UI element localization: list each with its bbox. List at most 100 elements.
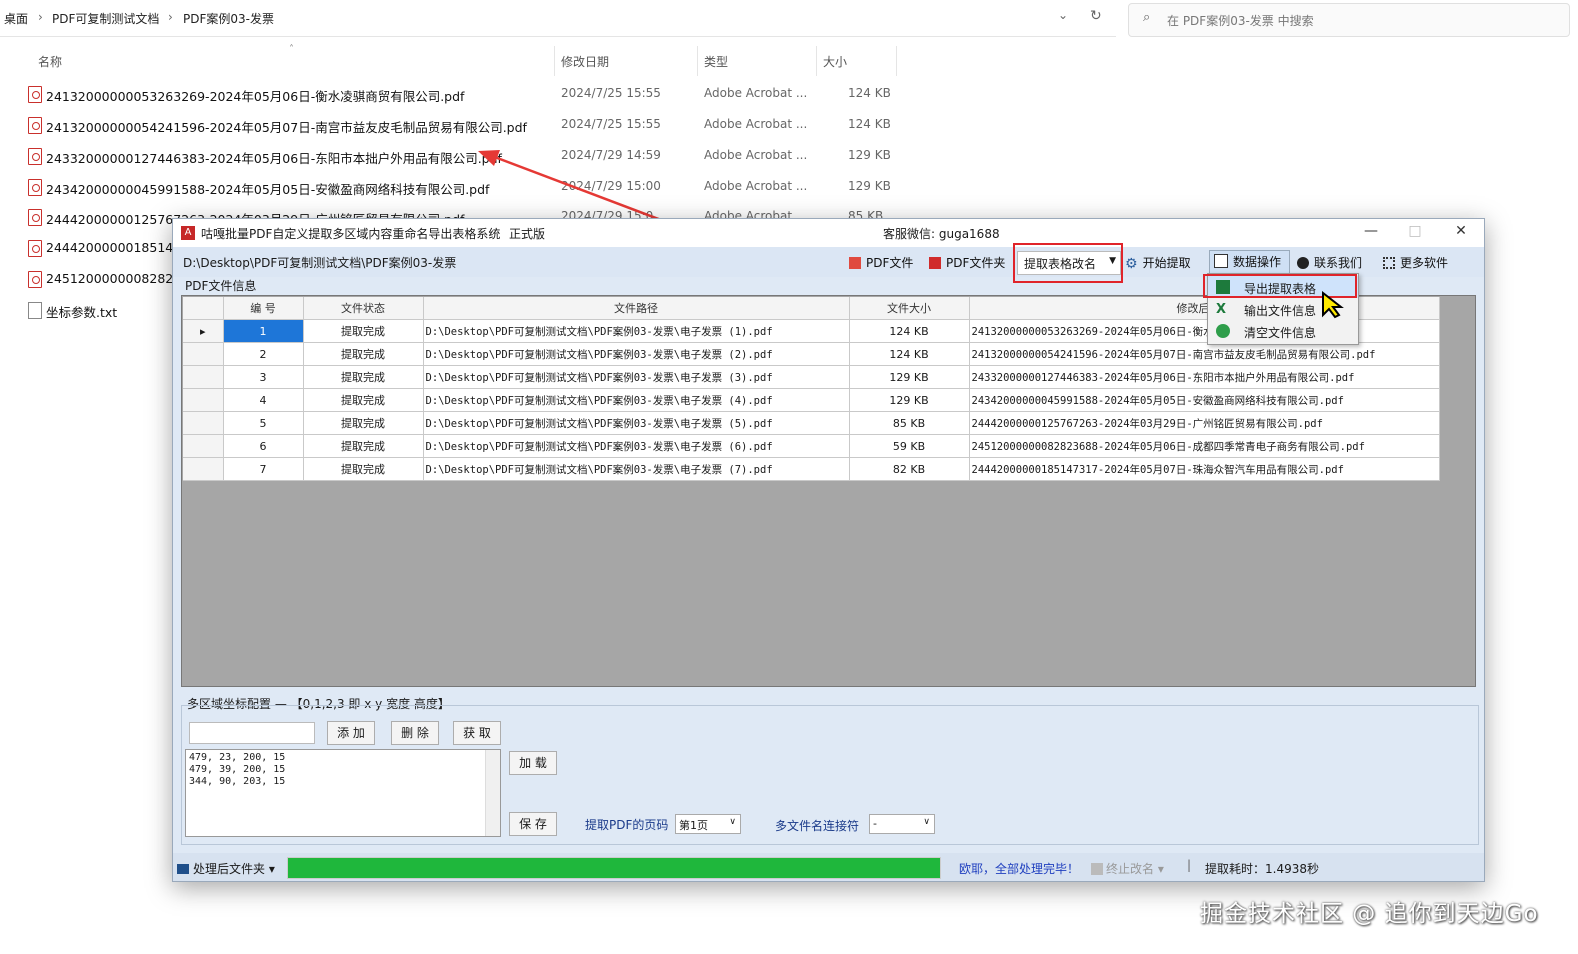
breadcrumb-desktop[interactable]: 桌面 bbox=[4, 10, 28, 27]
cell-no[interactable]: 7 bbox=[223, 457, 304, 481]
row-pointer-icon: ▸ bbox=[183, 319, 224, 343]
column-size[interactable]: 大小 bbox=[823, 53, 847, 70]
more-software-button[interactable]: 更多软件 bbox=[1383, 254, 1448, 271]
scrollbar[interactable] bbox=[485, 750, 500, 836]
add-button[interactable]: 添 加 bbox=[327, 721, 375, 745]
column-divider bbox=[697, 46, 698, 76]
cell-size[interactable]: 59 KB bbox=[849, 434, 970, 458]
header-size[interactable]: 文件大小 bbox=[849, 297, 970, 320]
cell-newname[interactable]: 24442000000125767263-2024年03月29日-广州铭匠贸易有… bbox=[969, 411, 1440, 435]
header-status[interactable]: 文件状态 bbox=[303, 297, 424, 320]
load-button[interactable]: 加 载 bbox=[509, 751, 557, 775]
title-bar[interactable]: A 咕嘎批量PDF自定义提取多区域内容重命名导出表格系统 正式版 客服微信: g… bbox=[173, 219, 1484, 247]
cell-no[interactable]: 3 bbox=[223, 365, 304, 389]
coord-input[interactable] bbox=[189, 722, 315, 744]
header-path[interactable]: 文件路径 bbox=[423, 297, 850, 320]
close-button[interactable]: ✕ bbox=[1447, 223, 1475, 243]
stop-rename-button[interactable]: 终止改名 ▾ bbox=[1091, 860, 1164, 877]
cell-no[interactable]: 2 bbox=[223, 342, 304, 366]
contact-button[interactable]: 联系我们 bbox=[1297, 254, 1362, 271]
breadcrumb-folder[interactable]: PDF可复制测试文档 bbox=[52, 10, 159, 27]
minimize-button[interactable]: — bbox=[1357, 223, 1385, 243]
file-type: Adobe Acrobat ... bbox=[704, 86, 808, 100]
coords-textarea[interactable]: 479, 23, 200, 15 479, 39, 200, 15 344, 9… bbox=[185, 749, 501, 837]
file-name: 24342000000045991588-2024年05月05日-安徽盈商网络科… bbox=[46, 182, 490, 197]
start-button[interactable]: ⚙ 开始提取 bbox=[1125, 254, 1191, 272]
header-newname[interactable]: 修改后文件 bbox=[969, 297, 1440, 320]
cell-newname[interactable]: 24442000000185147317-2024年05月07日-珠海众智汽车用… bbox=[969, 457, 1440, 481]
cell-newname[interactable]: 24332000000127446383-2024年05月06日-东阳市本拙户外… bbox=[969, 365, 1440, 389]
delete-button[interactable]: 删 除 bbox=[391, 721, 439, 745]
maximize-button[interactable]: □ bbox=[1401, 223, 1429, 243]
fetch-button[interactable]: 获 取 bbox=[453, 721, 501, 745]
cell-status[interactable]: 提取完成 bbox=[303, 365, 424, 389]
cell-status[interactable]: 提取完成 bbox=[303, 319, 424, 343]
pdf-folder-label: PDF文件夹 bbox=[946, 256, 1006, 270]
cell-no[interactable]: 5 bbox=[223, 411, 304, 435]
output-folder-button[interactable]: 处理后文件夹 ▾ bbox=[177, 860, 275, 877]
breadcrumb-current[interactable]: PDF案例03-发票 bbox=[183, 10, 274, 27]
cell-no[interactable]: 6 bbox=[223, 434, 304, 458]
cell-size[interactable]: 124 KB bbox=[849, 342, 970, 366]
cursor-icon bbox=[1322, 291, 1344, 319]
refresh-icon[interactable]: ↻ bbox=[1090, 8, 1102, 24]
address-bar[interactable]: 桌面 › PDF可复制测试文档 › PDF案例03-发票 ⌄ ↻ bbox=[0, 0, 1116, 37]
search-box[interactable]: ⌕ 在 PDF案例03-发票 中搜索 bbox=[1128, 3, 1570, 37]
cell-path[interactable]: D:\Desktop\PDF可复制测试文档\PDF案例03-发票\电子发票 (7… bbox=[423, 457, 850, 481]
data-ops-button[interactable]: 数据操作 bbox=[1209, 250, 1291, 274]
file-row[interactable]: 24332000000127446383-2024年05月06日-东阳市本拙户外… bbox=[26, 141, 906, 171]
cell-path[interactable]: D:\Desktop\PDF可复制测试文档\PDF案例03-发票\电子发票 (6… bbox=[423, 434, 850, 458]
cell-size[interactable]: 129 KB bbox=[849, 388, 970, 412]
table-row[interactable]: 5 提取完成 D:\Desktop\PDF可复制测试文档\PDF案例03-发票\… bbox=[183, 411, 1440, 435]
chevron-down-icon[interactable]: ⌄ bbox=[1058, 8, 1068, 22]
file-grid[interactable]: 编 号 文件状态 文件路径 文件大小 修改后文件 ▸ 1 提取完成 D:\Des… bbox=[181, 295, 1476, 687]
progress-bar bbox=[287, 857, 941, 879]
menu-label: 输出文件信息 bbox=[1244, 304, 1317, 318]
cell-status[interactable]: 提取完成 bbox=[303, 411, 424, 435]
cell-status[interactable]: 提取完成 bbox=[303, 342, 424, 366]
file-name: 24132000000053263269-2024年05月06日-衡水凌骐商贸有… bbox=[46, 89, 465, 104]
group-title: PDF文件信息 bbox=[185, 279, 257, 293]
pdf-file-button[interactable]: PDF文件 bbox=[849, 254, 913, 271]
file-row[interactable]: 24132000000053263269-2024年05月06日-衡水凌骐商贸有… bbox=[26, 79, 906, 109]
cell-size[interactable]: 82 KB bbox=[849, 457, 970, 481]
column-divider bbox=[816, 46, 817, 76]
cell-size[interactable]: 85 KB bbox=[849, 411, 970, 435]
table-row[interactable]: 4 提取完成 D:\Desktop\PDF可复制测试文档\PDF案例03-发票\… bbox=[183, 388, 1440, 412]
table-row[interactable]: 3 提取完成 D:\Desktop\PDF可复制测试文档\PDF案例03-发票\… bbox=[183, 365, 1440, 389]
cell-path[interactable]: D:\Desktop\PDF可复制测试文档\PDF案例03-发票\电子发票 (2… bbox=[423, 342, 850, 366]
cell-newname[interactable]: 24132000000053263269-2024年05月06日-衡水 bbox=[969, 319, 1440, 343]
pdf-folder-button[interactable]: PDF文件夹 bbox=[929, 254, 1005, 271]
cell-status[interactable]: 提取完成 bbox=[303, 457, 424, 481]
pdf-file-icon bbox=[28, 209, 42, 226]
text-file-icon bbox=[28, 302, 42, 319]
cell-no[interactable]: 4 bbox=[223, 388, 304, 412]
cell-path[interactable]: D:\Desktop\PDF可复制测试文档\PDF案例03-发票\电子发票 (4… bbox=[423, 388, 850, 412]
header-no[interactable]: 编 号 bbox=[223, 297, 304, 320]
cell-no[interactable]: 1 bbox=[223, 319, 304, 343]
cell-size[interactable]: 129 KB bbox=[849, 365, 970, 389]
file-row[interactable]: 24342000000045991588-2024年05月05日-安徽盈商网络科… bbox=[26, 172, 906, 202]
joiner-select[interactable]: - ∨ bbox=[869, 814, 935, 834]
column-date[interactable]: 修改日期 bbox=[561, 53, 609, 70]
column-type[interactable]: 类型 bbox=[704, 53, 728, 70]
table-row[interactable]: 2 提取完成 D:\Desktop\PDF可复制测试文档\PDF案例03-发票\… bbox=[183, 342, 1440, 366]
file-type: Adobe Acrobat ... bbox=[704, 179, 808, 193]
chevron-down-icon: ∨ bbox=[923, 817, 930, 827]
column-name[interactable]: 名称 bbox=[38, 53, 62, 70]
menu-clear-info[interactable]: 清空文件信息 bbox=[1208, 320, 1358, 342]
cell-newname[interactable]: 24342000000045991588-2024年05月05日-安徽盈商网络科… bbox=[969, 388, 1440, 412]
page-select[interactable]: 第1页 ∨ bbox=[675, 814, 741, 834]
table-row[interactable]: 6 提取完成 D:\Desktop\PDF可复制测试文档\PDF案例03-发票\… bbox=[183, 434, 1440, 458]
table-row[interactable]: 7 提取完成 D:\Desktop\PDF可复制测试文档\PDF案例03-发票\… bbox=[183, 457, 1440, 481]
file-row[interactable]: 24132000000054241596-2024年05月07日-南宫市益友皮毛… bbox=[26, 110, 906, 140]
cell-status[interactable]: 提取完成 bbox=[303, 388, 424, 412]
cell-newname[interactable]: 24512000000082823688-2024年05月06日-成都四季常青电… bbox=[969, 434, 1440, 458]
save-button[interactable]: 保 存 bbox=[509, 812, 557, 836]
cell-newname[interactable]: 24132000000054241596-2024年05月07日-南宫市益友皮毛… bbox=[969, 342, 1440, 366]
cell-path[interactable]: D:\Desktop\PDF可复制测试文档\PDF案例03-发票\电子发票 (3… bbox=[423, 365, 850, 389]
cell-size[interactable]: 124 KB bbox=[849, 319, 970, 343]
cell-status[interactable]: 提取完成 bbox=[303, 434, 424, 458]
cell-path[interactable]: D:\Desktop\PDF可复制测试文档\PDF案例03-发票\电子发票 (1… bbox=[423, 319, 850, 343]
cell-path[interactable]: D:\Desktop\PDF可复制测试文档\PDF案例03-发票\电子发票 (5… bbox=[423, 411, 850, 435]
